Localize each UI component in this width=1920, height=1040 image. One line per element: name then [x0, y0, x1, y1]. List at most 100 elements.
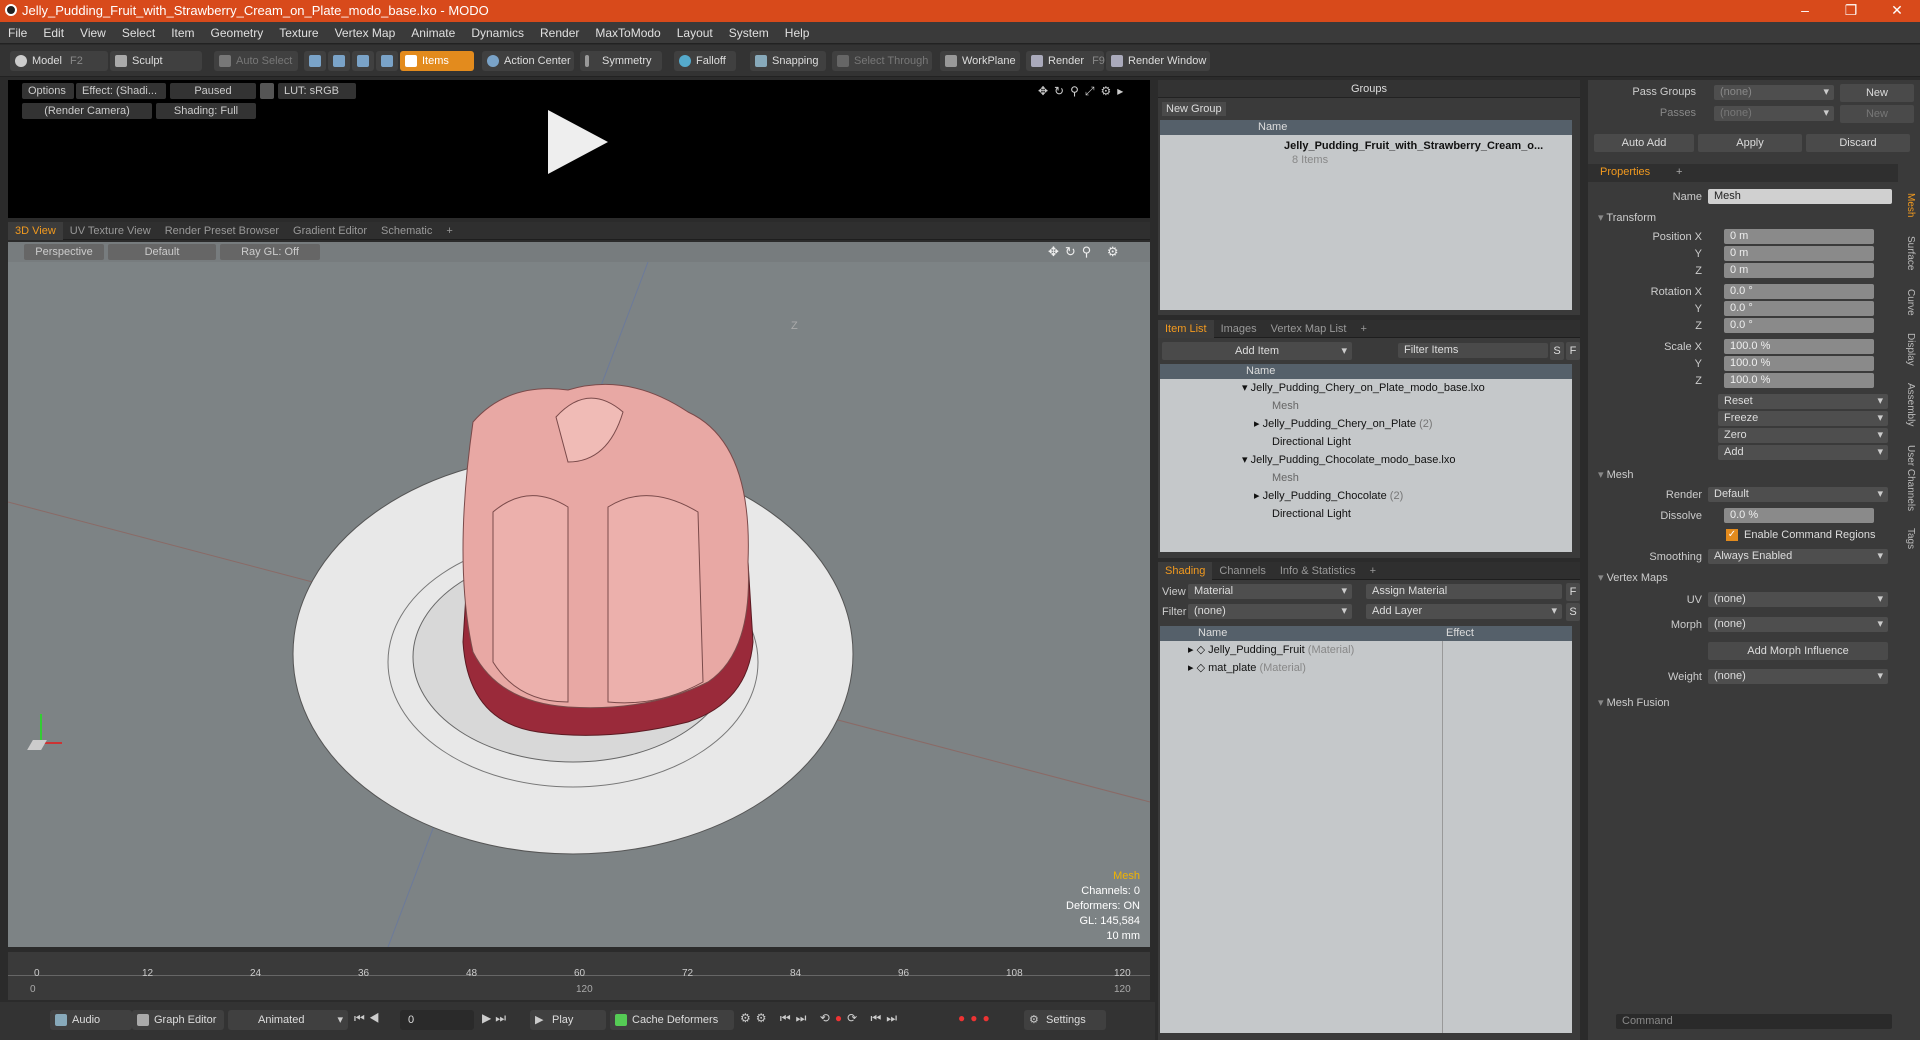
- name-field[interactable]: Mesh: [1708, 189, 1892, 204]
- tab-properties[interactable]: Properties: [1600, 166, 1650, 178]
- menu-edit[interactable]: Edit: [35, 22, 72, 44]
- menu-item[interactable]: Item: [163, 22, 202, 44]
- tab-item-list[interactable]: Item List: [1158, 320, 1214, 338]
- menu-layout[interactable]: Layout: [669, 22, 721, 44]
- key-tools-icons[interactable]: ⚙⚙ ⏮⏭ ⟲●⟳ ⏮⏭: [740, 1011, 902, 1026]
- scale-y-field[interactable]: 100.0 %: [1724, 356, 1874, 371]
- list-item[interactable]: ▾ Jelly_Pudding_Chocolate_modo_base.lxo: [1242, 451, 1455, 469]
- s-button[interactable]: S: [1566, 603, 1580, 621]
- effect-dropdown[interactable]: Effect: (Shadi...: [76, 83, 166, 99]
- cache-deformers-button[interactable]: Cache Deformers: [610, 1010, 734, 1030]
- position-x-field[interactable]: 0 m: [1724, 229, 1874, 244]
- new-pass-group-button[interactable]: New: [1840, 84, 1914, 102]
- f-button[interactable]: F: [1566, 342, 1580, 360]
- select-through-button[interactable]: Select Through: [832, 51, 932, 71]
- audio-button[interactable]: Audio: [50, 1010, 132, 1030]
- menu-vertex-map[interactable]: Vertex Map: [327, 22, 404, 44]
- add-tab-button[interactable]: +: [1363, 562, 1383, 580]
- render-camera-dropdown[interactable]: (Render Camera): [22, 103, 152, 119]
- side-tab-surface[interactable]: Surface: [1898, 230, 1916, 276]
- side-tab-mesh[interactable]: Mesh: [1898, 186, 1916, 224]
- list-item[interactable]: Directional Light: [1272, 433, 1351, 451]
- menu-animate[interactable]: Animate: [403, 22, 463, 44]
- minimize-button[interactable]: –: [1782, 0, 1828, 22]
- add-tab-button[interactable]: +: [1676, 166, 1682, 178]
- mesh-section[interactable]: Mesh: [1598, 468, 1634, 481]
- command-regions-checkbox[interactable]: ✓: [1726, 529, 1738, 541]
- lut-dropdown[interactable]: LUT: sRGB: [278, 83, 356, 99]
- add-item-dropdown[interactable]: Add Item: [1162, 342, 1352, 360]
- command-input[interactable]: Command: [1616, 1014, 1892, 1029]
- paused-button[interactable]: Paused: [170, 83, 256, 99]
- reset-dropdown[interactable]: Reset: [1718, 394, 1888, 409]
- view-dropdown[interactable]: Material: [1188, 584, 1352, 599]
- auto-add-button[interactable]: Auto Add: [1594, 134, 1694, 152]
- assign-material-button[interactable]: Assign Material: [1366, 584, 1562, 599]
- position-y-field[interactable]: 0 m: [1724, 246, 1874, 261]
- side-tab-assembly[interactable]: Assembly: [1898, 378, 1916, 432]
- freeze-dropdown[interactable]: Freeze: [1718, 411, 1888, 426]
- tab-render-preset-browser[interactable]: Render Preset Browser: [158, 222, 286, 240]
- menu-select[interactable]: Select: [114, 22, 163, 44]
- shading-dropdown[interactable]: Shading: Full: [156, 103, 256, 119]
- passes-dropdown[interactable]: (none): [1714, 106, 1834, 121]
- rotation-y-field[interactable]: 0.0 °: [1724, 301, 1874, 316]
- weight-dropdown[interactable]: (none): [1708, 669, 1888, 684]
- graph-editor-button[interactable]: Graph Editor: [132, 1010, 224, 1030]
- morph-dropdown[interactable]: (none): [1708, 617, 1888, 632]
- tab-shading[interactable]: Shading: [1158, 562, 1213, 580]
- 3d-viewport[interactable]: Perspective Default Ray GL: Off ✥↻⚲ ⚙ Z …: [8, 242, 1150, 947]
- side-tab-curve[interactable]: Curve: [1898, 284, 1916, 320]
- auto-select-button[interactable]: Auto Select: [214, 51, 298, 71]
- menu-view[interactable]: View: [72, 22, 114, 44]
- group-row[interactable]: Jelly_Pudding_Fruit_with_Strawberry_Crea…: [1160, 137, 1572, 173]
- zero-dropdown[interactable]: Zero: [1718, 428, 1888, 443]
- list-item[interactable]: ▾ Jelly_Pudding_Chery_on_Plate_modo_base…: [1242, 379, 1485, 397]
- menu-dynamics[interactable]: Dynamics: [463, 22, 532, 44]
- preview-options-button[interactable]: Options: [22, 83, 74, 99]
- list-item[interactable]: ▸ ◇ mat_plate (Material): [1188, 659, 1306, 677]
- menu-texture[interactable]: Texture: [271, 22, 326, 44]
- tab-vertex-map-list[interactable]: Vertex Map List: [1264, 320, 1354, 338]
- tab-schematic[interactable]: Schematic: [374, 222, 439, 240]
- new-pass-button[interactable]: New: [1840, 105, 1914, 123]
- add-morph-influence-button[interactable]: Add Morph Influence: [1708, 642, 1888, 660]
- prev-key-icons[interactable]: ⏮◀: [354, 1011, 384, 1026]
- list-item[interactable]: Mesh: [1272, 397, 1299, 415]
- render-dropdown[interactable]: Default: [1708, 487, 1888, 502]
- play-button[interactable]: ▶ Play: [530, 1010, 606, 1030]
- snapping-button[interactable]: Snapping: [750, 51, 826, 71]
- render-button[interactable]: Render F9: [1026, 51, 1105, 71]
- menu-system[interactable]: System: [721, 22, 777, 44]
- tab-3d-view[interactable]: 3D View: [8, 222, 63, 240]
- menu-help[interactable]: Help: [777, 22, 818, 44]
- tab-info-statistics[interactable]: Info & Statistics: [1273, 562, 1363, 580]
- apply-button[interactable]: Apply: [1698, 134, 1802, 152]
- record-icons[interactable]: ●●●: [958, 1011, 995, 1025]
- items-mode-button[interactable]: Items: [400, 51, 474, 71]
- menu-maxtomodo[interactable]: MaxToModo: [587, 22, 668, 44]
- uv-dropdown[interactable]: (none): [1708, 592, 1888, 607]
- maximize-button[interactable]: ❐: [1828, 0, 1874, 22]
- close-button[interactable]: ✕: [1874, 0, 1920, 22]
- model-mode-button[interactable]: Model F2: [10, 51, 108, 71]
- default-style-dropdown[interactable]: Default: [108, 244, 216, 260]
- tab-channels[interactable]: Channels: [1212, 562, 1272, 580]
- perspective-dropdown[interactable]: Perspective: [24, 244, 104, 260]
- frame-field[interactable]: 0: [400, 1010, 474, 1030]
- action-center-button[interactable]: Action Center: [482, 51, 574, 71]
- side-tab-user-channels[interactable]: User Channels: [1898, 440, 1916, 516]
- rotation-x-field[interactable]: 0.0 °: [1724, 284, 1874, 299]
- viewport-nav-icons[interactable]: ✥↻⚲ ⚙: [1048, 244, 1125, 260]
- tab-uv-texture-view[interactable]: UV Texture View: [63, 222, 158, 240]
- scale-z-field[interactable]: 100.0 %: [1724, 373, 1874, 388]
- list-item[interactable]: ▸ Jelly_Pudding_Chery_on_Plate (2): [1254, 415, 1433, 433]
- list-item[interactable]: Mesh: [1272, 469, 1299, 487]
- symmetry-button[interactable]: Symmetry: [580, 51, 662, 71]
- add-dropdown[interactable]: Add: [1718, 445, 1888, 460]
- settings-button[interactable]: ⚙ Settings: [1024, 1010, 1106, 1030]
- play-preview-icon[interactable]: [548, 110, 608, 174]
- menu-render[interactable]: Render: [532, 22, 587, 44]
- raygl-dropdown[interactable]: Ray GL: Off: [220, 244, 320, 260]
- list-item[interactable]: ▸ Jelly_Pudding_Chocolate (2): [1254, 487, 1403, 505]
